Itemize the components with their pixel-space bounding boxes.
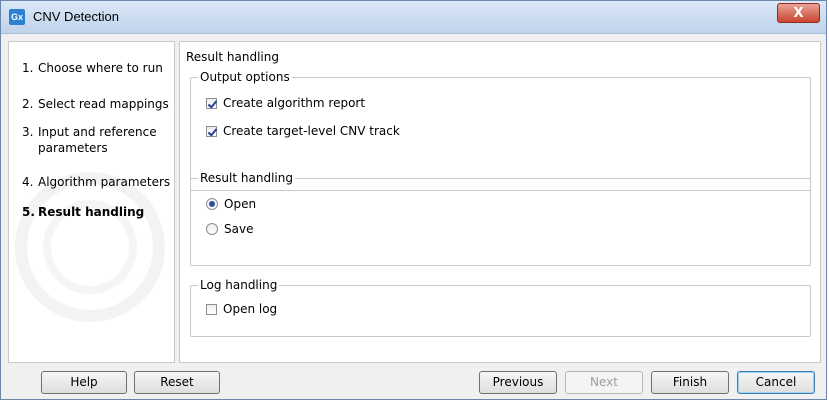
result-handling-panel: Result handling Output options Create al… (179, 41, 821, 363)
radio-label: Save (224, 222, 254, 236)
open-radio[interactable]: Open (206, 197, 256, 211)
finish-button[interactable]: Finish (651, 371, 729, 394)
step-label: Choose where to run (38, 61, 163, 75)
close-button[interactable]: X (777, 3, 820, 23)
title-bar: Gx CNV Detection X (1, 1, 826, 34)
step-number: 4. (22, 175, 34, 189)
step-number: 3. (22, 125, 34, 139)
window-title: CNV Detection (33, 9, 119, 24)
checkbox-checked-icon[interactable] (206, 125, 217, 137)
step-result-handling[interactable]: 5. Result handling (22, 204, 172, 220)
next-button[interactable]: Next (565, 371, 643, 394)
help-button[interactable]: Help (41, 371, 127, 394)
create-target-level-cnv-track-checkbox[interactable]: Create target-level CNV track (206, 124, 400, 138)
result-handling-group: Result handling Open Save (190, 171, 811, 266)
step-number: 1. (22, 61, 34, 75)
open-log-checkbox[interactable]: Open log (206, 302, 277, 316)
cnv-detection-dialog: Gx CNV Detection X 1. Choose where to ru… (0, 0, 827, 400)
step-label: Select read mappings (38, 97, 169, 111)
previous-button[interactable]: Previous (479, 371, 557, 394)
step-label: Input and reference parameters (38, 125, 157, 155)
reset-button[interactable]: Reset (134, 371, 220, 394)
group-legend: Log handling (198, 278, 280, 292)
panel-title: Result handling (186, 50, 279, 64)
step-algorithm-parameters[interactable]: 4. Algorithm parameters (22, 174, 172, 190)
app-icon: Gx (9, 9, 25, 25)
radio-unselected-icon[interactable] (206, 223, 218, 235)
checkbox-label: Create algorithm report (223, 96, 366, 110)
step-input-and-reference-parameters[interactable]: 3. Input and reference parameters (22, 124, 162, 156)
group-legend: Result handling (198, 171, 295, 185)
step-select-read-mappings[interactable]: 2. Select read mappings (22, 96, 172, 112)
checkbox-label: Create target-level CNV track (223, 124, 400, 138)
step-choose-where-to-run[interactable]: 1. Choose where to run (22, 60, 172, 76)
checkbox-checked-icon[interactable] (206, 97, 217, 109)
save-radio[interactable]: Save (206, 222, 253, 236)
cancel-button[interactable]: Cancel (737, 371, 815, 394)
checkbox-label: Open log (223, 302, 278, 316)
radio-label: Open (224, 197, 257, 211)
step-number: 5. (22, 205, 35, 219)
wizard-steps-panel: 1. Choose where to run 2. Select read ma… (8, 41, 175, 363)
step-number: 2. (22, 97, 34, 111)
log-handling-group: Log handling Open log (190, 278, 811, 337)
radio-selected-icon[interactable] (206, 198, 218, 210)
checkbox-unchecked-icon[interactable] (206, 303, 217, 315)
step-label: Result handling (38, 205, 145, 219)
step-label: Algorithm parameters (38, 175, 171, 189)
group-legend: Output options (198, 70, 292, 84)
create-algorithm-report-checkbox[interactable]: Create algorithm report (206, 96, 365, 110)
